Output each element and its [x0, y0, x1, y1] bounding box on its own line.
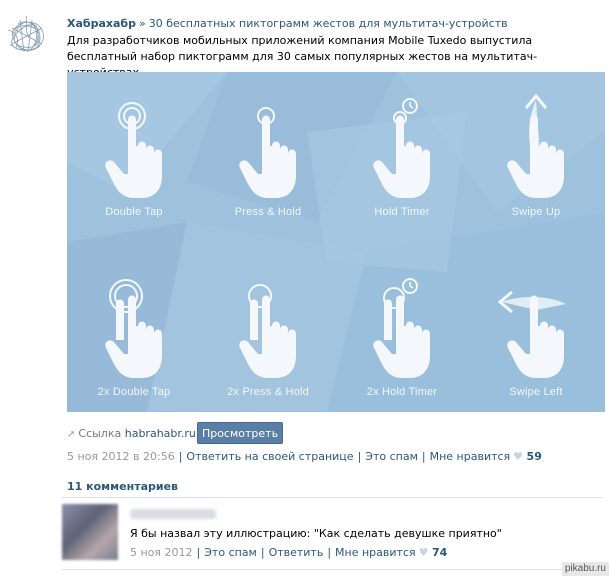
- separator: |: [327, 546, 332, 559]
- comment-avatar[interactable]: [62, 504, 118, 560]
- 2x-double-tap-icon: [105, 279, 162, 378]
- swipe-up-icon: [507, 94, 564, 198]
- like-link[interactable]: Мне нравится: [430, 450, 511, 463]
- arrow-link-icon: ➚: [67, 429, 76, 440]
- divider: [62, 569, 602, 570]
- link-domain[interactable]: habrahabr.ru: [125, 427, 196, 440]
- post-header: Хабрахабр» 30 бесплатных пиктограмм жесто…: [67, 16, 597, 31]
- gesture-illustration[interactable]: Double Tap Press & Hold Hold Timer Swipe Up…: [67, 72, 605, 412]
- separator: |: [178, 450, 183, 463]
- comment-meta: 5 ноя 2012 | Это спам | Ответить | Мне нравитс…: [130, 546, 447, 559]
- separator: |: [196, 546, 201, 559]
- reply-on-page-link[interactable]: Ответить на своей странице: [186, 450, 353, 463]
- hold-timer-icon: [373, 98, 430, 198]
- separator: |: [260, 546, 265, 559]
- gesture-label: 2x Hold Timer: [366, 386, 438, 398]
- 2x-press-hold-icon: [239, 284, 296, 378]
- link-row: ➚ Ссылка habrahabr.ru: [67, 423, 196, 445]
- gesture-item: Press & Hold: [201, 82, 335, 252]
- habrahabr-avatar[interactable]: [6, 14, 48, 58]
- gesture-item: Double Tap: [67, 82, 201, 252]
- gesture-label: Swipe Left: [509, 386, 563, 398]
- heart-icon[interactable]: ♥: [419, 546, 429, 559]
- gesture-label: Double Tap: [105, 206, 163, 218]
- divider: [62, 497, 602, 498]
- comment-date: 5 ноя 2012: [130, 546, 193, 559]
- comment-reply-link[interactable]: Ответить: [269, 546, 324, 559]
- gesture-item: 2x Press & Hold: [201, 262, 335, 412]
- view-button[interactable]: Просмотреть: [197, 422, 283, 444]
- separator: |: [357, 450, 362, 463]
- gesture-item: Swipe Left: [469, 262, 603, 412]
- gesture-item: Hold Timer: [335, 82, 469, 252]
- double-tap-icon: [105, 102, 162, 198]
- post-meta: 5 ноя 2012 в 20:56 | Ответить на своей стр…: [67, 449, 542, 464]
- post-author-link[interactable]: Хабрахабр: [67, 17, 136, 30]
- post-title-link[interactable]: 30 бесплатных пиктограмм жестов для муль…: [149, 17, 508, 30]
- swipe-left-icon: [497, 290, 566, 378]
- watermark: pikabu.ru: [561, 562, 609, 576]
- heart-icon[interactable]: ♥: [513, 450, 523, 463]
- press-hold-icon: [239, 107, 296, 198]
- 2x-hold-timer-icon: [373, 278, 430, 378]
- gesture-label: Hold Timer: [374, 206, 430, 218]
- title-separator: »: [138, 17, 146, 30]
- post-date: 5 ноя 2012 в 20:56: [67, 450, 175, 463]
- gesture-item: Swipe Up: [469, 82, 603, 252]
- comment-text: Я бы назвал эту иллюстрацию: "Как сделат…: [130, 527, 502, 540]
- gesture-label: 2x Press & Hold: [227, 386, 309, 398]
- gesture-item: 2x Double Tap: [67, 262, 201, 412]
- comment-spam-link[interactable]: Это спам: [204, 546, 257, 559]
- link-label: Ссылка: [78, 427, 122, 440]
- comments-count-title[interactable]: 11 комментариев: [67, 480, 178, 493]
- comment-like-link[interactable]: Мне нравится: [335, 546, 416, 559]
- comment-author-blurred[interactable]: [130, 509, 216, 519]
- gesture-label: 2x Double Tap: [97, 386, 171, 398]
- gesture-label: Swipe Up: [511, 206, 561, 218]
- gesture-label: Press & Hold: [234, 206, 302, 218]
- comment-like-count: 74: [432, 546, 448, 559]
- separator: |: [421, 450, 426, 463]
- like-count: 59: [526, 450, 542, 463]
- gesture-item: 2x Hold Timer: [335, 262, 469, 412]
- spam-link[interactable]: Это спам: [365, 450, 418, 463]
